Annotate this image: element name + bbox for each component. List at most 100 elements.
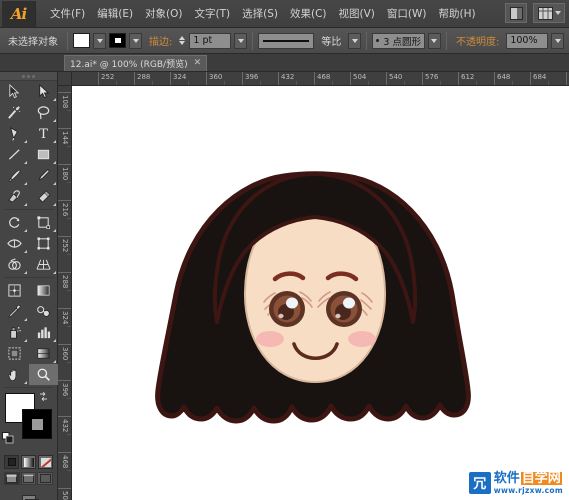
stroke-color-dropdown[interactable] [129, 33, 142, 49]
close-icon[interactable]: ✕ [194, 59, 202, 68]
width-tool[interactable] [0, 233, 29, 254]
menu-items: 文件(F) 编辑(E) 对象(O) 文字(T) 选择(S) 效果(C) 视图(V… [44, 2, 482, 25]
menu-type[interactable]: 文字(T) [189, 2, 237, 25]
default-fill-stroke-icon[interactable] [2, 429, 14, 448]
color-mode-button[interactable] [4, 455, 19, 469]
fill-color-swatch[interactable] [73, 33, 90, 48]
selection-tool[interactable] [0, 81, 29, 102]
bridge-icon[interactable] [505, 3, 527, 23]
gradient-tool[interactable] [29, 280, 58, 301]
chevron-down-icon [352, 39, 358, 43]
full-screen-button[interactable] [37, 472, 53, 485]
artwork-cartoon-girl[interactable] [72, 86, 569, 500]
perspective-grid-tool[interactable] [29, 254, 58, 275]
watermark-logo-icon: 冗 [469, 472, 491, 494]
menu-help[interactable]: 帮助(H) [433, 2, 482, 25]
blob-brush-tool[interactable] [0, 186, 29, 207]
slice-tool[interactable] [29, 343, 58, 364]
stroke-weight-label[interactable]: 描边: [145, 33, 176, 48]
ruler-tick-label: 432 [61, 419, 69, 432]
line-icon [7, 147, 22, 162]
stroke-weight-input[interactable]: 1 pt [189, 33, 231, 49]
ruler-tick-label: 684 [533, 73, 546, 81]
change-screen-mode-icon[interactable] [0, 485, 57, 500]
scale-tool[interactable] [29, 212, 58, 233]
menu-window[interactable]: 窗口(W) [381, 2, 433, 25]
paintbrush-tool[interactable] [0, 165, 29, 186]
shape-builder-tool[interactable] [0, 254, 29, 275]
svg-text:T: T [39, 127, 48, 141]
brush-definition-dropdown[interactable] [428, 33, 441, 49]
full-screen-menubar-button[interactable] [21, 472, 37, 485]
hand-tool[interactable] [0, 364, 29, 385]
pen-tool[interactable] [0, 123, 29, 144]
document-tab-bar: 12.ai* @ 100% (RGB/预览) ✕ [0, 54, 569, 72]
ruler-tick-label: 360 [209, 73, 222, 81]
lasso-tool[interactable] [29, 102, 58, 123]
brush-definition-display[interactable]: 3 点圆形 [372, 33, 425, 49]
stroke-profile-preview[interactable] [258, 33, 314, 49]
document-tab[interactable]: 12.ai* @ 100% (RGB/预览) ✕ [64, 55, 207, 71]
stroke-color-swatch-large[interactable] [22, 409, 52, 439]
eraser-tool[interactable] [29, 186, 58, 207]
menu-object[interactable]: 对象(O) [139, 2, 188, 25]
menu-file[interactable]: 文件(F) [44, 2, 91, 25]
direct-selection-tool[interactable] [29, 81, 58, 102]
cheek-right [348, 331, 376, 347]
stroke-weight-stepper[interactable] [179, 36, 185, 45]
blend-tool[interactable] [29, 301, 58, 322]
column-graph-icon [36, 325, 51, 340]
tool-more-indicator [53, 182, 56, 185]
rectangle-tool[interactable] [29, 144, 58, 165]
eyedropper-icon [7, 304, 22, 319]
menu-view[interactable]: 视图(V) [333, 2, 381, 25]
eyedropper-tool[interactable] [0, 301, 29, 322]
rotate-tool[interactable] [0, 212, 29, 233]
type-tool[interactable]: T [29, 123, 58, 144]
ruler-tick-h: 288 [134, 72, 135, 86]
divider [252, 32, 253, 50]
menu-effect[interactable]: 效果(C) [284, 2, 333, 25]
watermark-text: 软件 自学网 www.rjzxw.com [494, 472, 563, 495]
horizontal-ruler[interactable]: 2522883243603964324685045405766126486847… [72, 72, 569, 86]
canvas-area[interactable]: 冗 软件 自学网 www.rjzxw.com [72, 86, 569, 500]
swap-fill-stroke-icon[interactable] [38, 391, 49, 405]
tool-more-indicator [24, 318, 27, 321]
gradient-mode-button[interactable] [21, 455, 36, 469]
eye-right [326, 291, 362, 327]
artboard-tool[interactable] [0, 343, 29, 364]
stroke-color-swatch[interactable] [109, 33, 126, 48]
free-transform-tool[interactable] [29, 233, 58, 254]
scale-icon [36, 215, 51, 230]
document-tab-title: 12.ai* @ 100% (RGB/预览) [70, 57, 188, 70]
tool-divider [4, 387, 53, 388]
ruler-tick-label: 288 [137, 73, 150, 81]
pencil-tool[interactable] [29, 165, 58, 186]
arrange-documents-icon[interactable] [533, 3, 565, 23]
magic-wand-tool[interactable] [0, 102, 29, 123]
ruler-tick-label: 216 [61, 203, 69, 216]
fill-color-dropdown[interactable] [93, 33, 106, 49]
none-mode-button[interactable] [38, 455, 53, 469]
ruler-tick-h: 648 [494, 72, 495, 86]
opacity-input[interactable]: 100% [506, 33, 548, 49]
tool-more-indicator [24, 140, 27, 143]
column-graph-tool[interactable] [29, 322, 58, 343]
symbol-sprayer-tool[interactable] [0, 322, 29, 343]
chevron-down-icon [555, 39, 561, 43]
opacity-label[interactable]: 不透明度: [452, 33, 503, 48]
menu-select[interactable]: 选择(S) [236, 2, 284, 25]
stroke-profile-dropdown[interactable] [348, 33, 361, 49]
menu-edit[interactable]: 编辑(E) [91, 2, 139, 25]
opacity-dropdown[interactable] [551, 33, 564, 49]
line-segment-tool[interactable] [0, 144, 29, 165]
stroke-weight-dropdown[interactable] [234, 33, 247, 49]
ruler-corner[interactable] [58, 72, 72, 86]
tools-panel-grip[interactable] [0, 72, 57, 81]
selection-icon [7, 84, 22, 99]
normal-screen-mode-button[interactable] [4, 472, 20, 485]
ruler-tick-h: 360 [206, 72, 207, 86]
mesh-tool[interactable] [0, 280, 29, 301]
vertical-ruler[interactable]: 108144180216252288324360396432468504540 [58, 86, 72, 500]
zoom-tool[interactable] [29, 364, 58, 385]
